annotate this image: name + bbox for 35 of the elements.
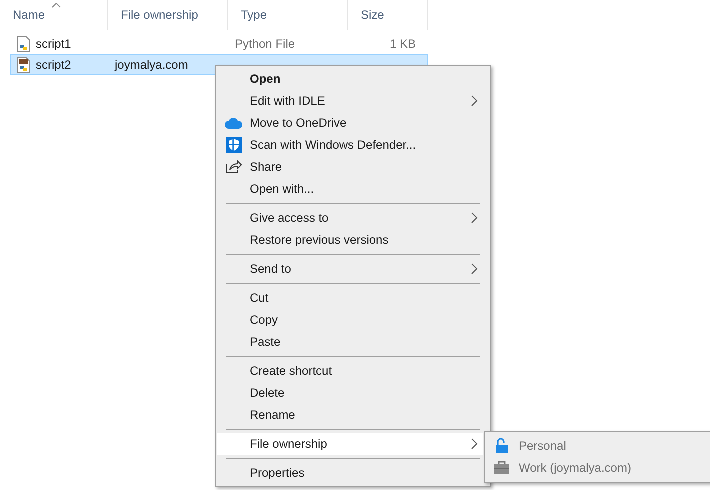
file-row[interactable]: script1 Python File 1 KB — [10, 33, 428, 54]
file-type: Python File — [235, 36, 296, 50]
column-header[interactable]: Size — [348, 0, 428, 30]
menu-item[interactable]: Give access to — [217, 207, 483, 229]
chevron-right-icon — [471, 95, 478, 107]
column-header[interactable]: File ownership — [108, 0, 228, 30]
column-header[interactable]: Name — [0, 0, 108, 30]
menu-item[interactable]: Properties — [217, 462, 483, 484]
menu-item[interactable]: Restore previous versions — [217, 229, 483, 251]
shield-icon — [226, 137, 242, 153]
menu-item[interactable]: Share — [217, 156, 483, 178]
briefcase-icon — [494, 461, 510, 475]
menu-item[interactable]: Rename — [217, 404, 483, 426]
menu-item[interactable]: Send to — [217, 258, 483, 280]
menu-item[interactable]: Copy — [217, 309, 483, 331]
menu-item[interactable]: Scan with Windows Defender... — [217, 134, 483, 156]
file-name: script2 — [36, 56, 72, 74]
menu-item[interactable]: Move to OneDrive — [217, 112, 483, 134]
unlocked-padlock-icon — [495, 438, 509, 454]
menu-item[interactable]: Paste — [217, 331, 483, 353]
chevron-right-icon — [471, 438, 478, 450]
cloud-icon — [224, 118, 242, 128]
column-header[interactable]: Type — [228, 0, 348, 30]
menu-item[interactable]: Open with... — [217, 178, 483, 200]
file-size: 1 KB — [390, 36, 416, 52]
file-name: script1 — [36, 36, 72, 52]
chevron-right-icon — [471, 212, 478, 224]
menu-item[interactable]: Cut — [217, 287, 483, 309]
menu-item[interactable]: Create shortcut — [217, 360, 483, 382]
menu-item[interactable]: Edit with IDLE — [217, 90, 483, 112]
file-ownership: joymalya.com — [115, 58, 188, 72]
menu-item[interactable]: Delete — [217, 382, 483, 404]
menu-item[interactable]: File ownership — [217, 433, 483, 455]
chevron-right-icon — [471, 263, 478, 275]
share-icon — [226, 160, 242, 174]
